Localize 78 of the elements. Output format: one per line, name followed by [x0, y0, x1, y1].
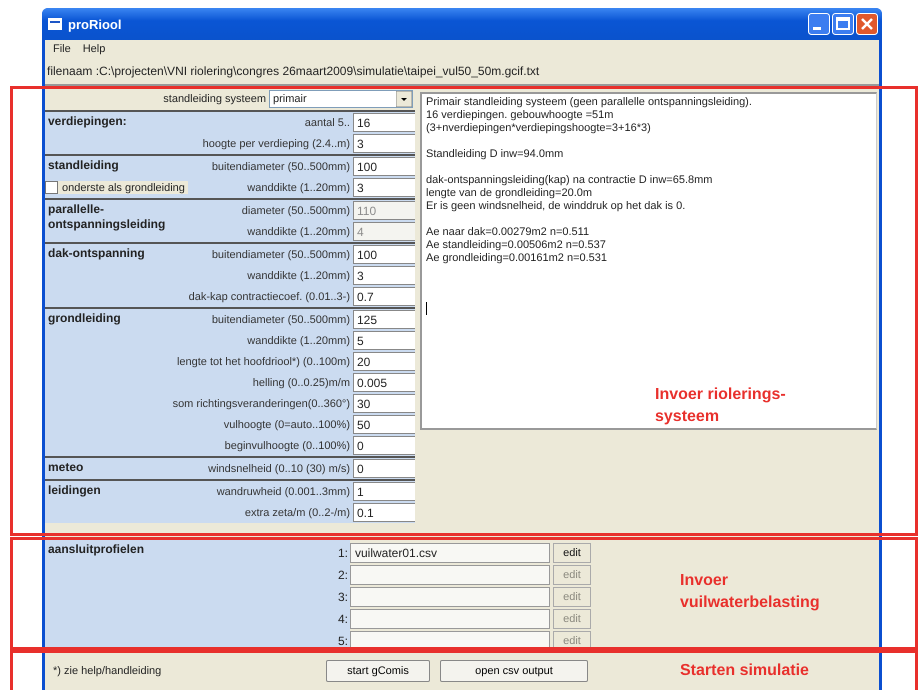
close-icon[interactable] — [856, 13, 878, 35]
input-field[interactable]: 1 — [353, 482, 415, 501]
input-field[interactable]: 16 — [353, 113, 415, 132]
field-label: wanddikte (1..20mm) — [247, 334, 350, 346]
field-label: aantal 5.. — [304, 116, 350, 128]
field-label: lengte tot het hoofdriool*) (0..100m) — [176, 356, 350, 368]
input-field[interactable]: 100 — [353, 245, 415, 264]
group-title: leidingen — [48, 483, 101, 498]
field-label: dak-kap contractiecoef. (0.01..3-) — [188, 290, 350, 302]
field-label: diameter (50..500mm) — [242, 204, 350, 216]
output-paragraph: Ae naar dak=0.00279m2 n=0.511 Ae standleiding=0.00506m2 n=0.537 Ae grondleiding=0.00161m2 n=0.531 — [426, 226, 608, 265]
text-cursor — [426, 302, 427, 315]
row-number: 3: — [338, 589, 348, 606]
window-title: proRiool — [68, 16, 122, 32]
field-label: wandruwheid (0.001..3mm) — [216, 486, 350, 498]
row-number: 1: — [338, 545, 348, 562]
input-field[interactable]: 125 — [353, 310, 415, 329]
field-label: helling (0..0.25)m/m — [252, 376, 350, 388]
group-title: aansluitprofielen — [48, 542, 144, 557]
input-field[interactable]: 0 — [353, 436, 415, 455]
filename-text: filenaam :C:\projecten\VNI riolering\congres 26maart2009\simulatie\taipei_vul50_50m.gcif.txt — [45, 62, 879, 86]
field-label: extra zeta/m (0..2-/m) — [244, 506, 350, 518]
menu-item[interactable]: Help — [82, 43, 106, 59]
help-note: *) zie help/handleiding — [53, 665, 162, 677]
annotation-label: Invoer vuilwaterbelasting — [680, 571, 820, 613]
field-label: windsnelheid (0..10 (30) m/s) — [208, 462, 350, 474]
annotation-label: Starten simulatie — [680, 661, 809, 681]
group-title: grondleiding — [48, 311, 121, 326]
edit-button[interactable]: edit — [553, 543, 591, 563]
output-text-area[interactable] — [420, 92, 877, 430]
menu-item[interactable]: File — [53, 43, 71, 59]
file-input-field[interactable] — [350, 609, 550, 629]
field-label: wanddikte (1..20mm) — [247, 182, 350, 194]
input-field[interactable]: 0.005 — [353, 373, 415, 392]
file-input-field[interactable] — [350, 587, 550, 607]
field-label: standleiding systeem — [163, 93, 266, 105]
input-field[interactable]: 0.1 — [353, 503, 415, 522]
field-label: hoogte per verdieping (2.4..m) — [202, 138, 350, 150]
group-title: meteo — [48, 460, 84, 475]
minimize-icon[interactable] — [808, 13, 830, 35]
input-field[interactable]: 3 — [353, 178, 415, 197]
input-field[interactable]: 3 — [353, 266, 415, 285]
group-title: parallelle-ontspanningsleiding — [48, 202, 166, 232]
input-field[interactable]: 0.7 — [353, 287, 415, 306]
field-label: beginvulhoogte (0..100%) — [224, 440, 350, 452]
input-field[interactable]: 3 — [353, 134, 415, 153]
field-label: som richtingsveranderingen(0..360°) — [172, 398, 350, 410]
field-label: vulhoogte (0=auto..100%) — [224, 418, 350, 430]
output-paragraph: dak-ontspanningsleiding(kap) na contractie D inw=65.8mm lengte van de grondleiding=20.0m Er is geen windsnelheid, de winddruk op het dak is 0. — [426, 174, 714, 213]
field-label: wanddikte (1..20mm) — [247, 270, 350, 282]
file-input-field[interactable] — [350, 565, 550, 585]
group-title: standleiding — [48, 158, 119, 173]
window-app-icon — [48, 18, 62, 30]
output-paragraph: Standleiding D inw=94.0mm — [426, 148, 564, 161]
row-number: 5: — [338, 633, 348, 650]
input-field[interactable]: 100 — [353, 157, 415, 176]
field-label: buitendiameter (50..500mm) — [212, 314, 350, 326]
field-label: wanddikte (1..20mm) — [247, 226, 350, 238]
action-button[interactable]: open csv output — [440, 660, 588, 682]
checkbox-option[interactable]: onderste als grondleiding — [45, 181, 188, 194]
field-label: buitendiameter (50..500mm) — [212, 160, 350, 172]
file-input-field[interactable]: vuilwater01.csv — [350, 543, 550, 563]
input-field[interactable]: 50 — [353, 415, 415, 434]
input-field[interactable]: 0 — [353, 459, 415, 478]
row-number: 2: — [338, 567, 348, 584]
group-title: verdiepingen: — [48, 114, 127, 129]
input-field[interactable]: 30 — [353, 394, 415, 413]
row-number: 4: — [338, 611, 348, 628]
group-title: dak-ontspanning — [48, 246, 145, 261]
system-dropdown[interactable]: primair — [269, 90, 413, 108]
input-field[interactable]: 20 — [353, 352, 415, 371]
maximize-icon[interactable] — [832, 13, 854, 35]
field-label: buitendiameter (50..500mm) — [212, 248, 350, 260]
annotation-label: Invoer riolerings- systeem — [655, 385, 786, 427]
dropdown-arrow-icon[interactable] — [396, 91, 412, 107]
input-field[interactable]: 5 — [353, 331, 415, 350]
output-paragraph: Primair standleiding systeem (geen parallelle ontspanningsleiding). 16 verdiepingen. gebouwhoogte =51m (3+nverdiepingen*verdiepingshoogte=3+16*3) — [426, 96, 753, 135]
action-button[interactable]: start gComis — [326, 660, 430, 682]
